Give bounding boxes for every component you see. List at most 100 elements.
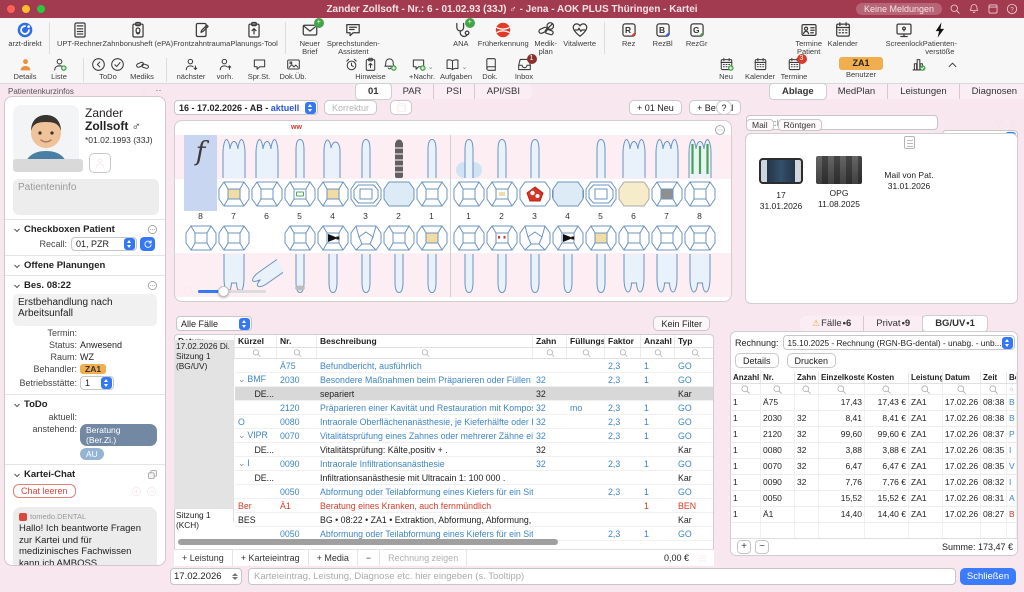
tab-privat[interactable]: Privat•9 bbox=[864, 316, 923, 331]
tooth-2[interactable]: 2 bbox=[382, 135, 415, 297]
section-options-icon[interactable] bbox=[147, 280, 158, 291]
tab-par[interactable]: PAR bbox=[391, 84, 435, 99]
kartei-table[interactable]: DatumKürzelNr.BeschreibungZahnFüllungsla… bbox=[174, 334, 714, 566]
footer-button-4[interactable]: Rechnung zeigen bbox=[380, 550, 467, 566]
zoom-in-icon[interactable] bbox=[131, 486, 142, 497]
column-header-3[interactable]: Beschreibung bbox=[317, 335, 533, 347]
r-column-1[interactable]: Nr. bbox=[761, 372, 795, 383]
column-search-6[interactable] bbox=[605, 348, 641, 358]
kartei-row[interactable]: BESBG • 08:22 • ZA1 • Extraktion, Abform… bbox=[235, 513, 713, 527]
file-item[interactable]: Mail von Pat.31.01.2026 bbox=[874, 136, 944, 192]
r-column-5[interactable]: Leistung bbox=[909, 372, 943, 383]
column-search-1[interactable] bbox=[235, 348, 277, 358]
tooth-3[interactable]: 3 bbox=[349, 135, 382, 297]
r-column-6[interactable]: Datum bbox=[943, 372, 981, 383]
korrektur-button[interactable]: Korrektur bbox=[324, 100, 377, 115]
toolbar-item-neu[interactable]: Neu bbox=[709, 57, 743, 81]
kartei-row[interactable]: DE...Infiltrationsanästhesie mit Ultraca… bbox=[235, 471, 713, 485]
popout-icon[interactable] bbox=[147, 469, 158, 480]
tab-medplan[interactable]: MedPlan bbox=[826, 84, 889, 99]
minimize-window-button[interactable] bbox=[22, 5, 30, 13]
tooth-7[interactable]: 7 bbox=[650, 135, 683, 297]
file-item[interactable]: OPG11.08.2025 bbox=[812, 156, 866, 210]
column-search-5[interactable] bbox=[567, 348, 605, 358]
kein-filter-button[interactable]: Kein Filter bbox=[653, 316, 710, 331]
gear-icon[interactable] bbox=[1007, 118, 1019, 130]
toolbar-item-arzt-direkt[interactable]: arzt-direkt bbox=[8, 21, 42, 48]
toolbar-item-liste[interactable]: Liste bbox=[42, 57, 76, 81]
tab-leistungen[interactable]: Leistungen bbox=[888, 84, 959, 99]
toolbar-item-sprechstunden-assistent[interactable]: Sprechstunden- Assistent bbox=[327, 21, 380, 56]
rechnung-select[interactable]: 15.10.2025 - Rechnung (RGN-BG-dental) - … bbox=[783, 335, 1015, 350]
recall-select[interactable]: 01, PZR bbox=[71, 237, 137, 251]
toolbar-item-hinweise[interactable]: Hinweise bbox=[344, 57, 397, 81]
toolbar-item-details[interactable]: Details bbox=[8, 57, 42, 81]
kartei-row[interactable]: DE...Vitalitätsprüfung: Kälte,positiv + … bbox=[235, 443, 713, 457]
tooth-7[interactable]: 7 bbox=[217, 135, 250, 297]
date-field[interactable]: 17.02.2026 bbox=[170, 568, 242, 585]
toolbar-item-screenlock[interactable]: Screenlock bbox=[886, 21, 923, 48]
toolbar-item-termine-patient[interactable]: Termine Patient bbox=[792, 21, 826, 56]
close-window-button[interactable] bbox=[7, 5, 15, 13]
tooth-6[interactable]: 6 bbox=[250, 135, 283, 297]
toolbar-item-zahnbonusheft-epa-[interactable]: Zahnbonusheft (ePA) bbox=[102, 21, 173, 48]
toolbar-item--nachr-[interactable]: ⌄+Nachr. bbox=[405, 57, 439, 81]
column-search-4[interactable] bbox=[533, 348, 567, 358]
rechnung-row[interactable]: 121203299,6099,60 €ZA117.02.2608:37P bbox=[731, 427, 1018, 443]
betriebsstaette-select[interactable]: 1 bbox=[80, 376, 114, 390]
column-search-8[interactable] bbox=[675, 348, 714, 358]
add-position-button[interactable]: + bbox=[737, 540, 751, 554]
column-search-7[interactable] bbox=[641, 348, 675, 358]
column-search-2[interactable] bbox=[277, 348, 317, 358]
section-options-icon[interactable] bbox=[147, 224, 158, 235]
chip-mail[interactable]: Mail bbox=[746, 119, 774, 131]
footer-button-1[interactable]: + Karteieintrag bbox=[233, 550, 309, 566]
kartei-row[interactable]: 2120Präparieren einer Kavität und Restau… bbox=[235, 401, 713, 415]
kartei-row[interactable]: ⌄I0090Intraorale Infiltrationsanästhesie… bbox=[235, 457, 713, 471]
toolbar-item-todo[interactable]: ToDo bbox=[91, 57, 125, 81]
tab-bg-uv[interactable]: BG/UV•1 bbox=[922, 315, 988, 332]
toolbar-item-aufgaben[interactable]: ⌄Aufgaben bbox=[439, 57, 473, 81]
drucken-button[interactable]: Drucken bbox=[787, 353, 837, 368]
new-01-button[interactable]: + 01 Neu bbox=[629, 100, 682, 115]
status-pill[interactable]: Keine Meldungen bbox=[856, 3, 942, 15]
file-item[interactable]: 1731.01.2026 bbox=[756, 158, 806, 212]
rechnung-row[interactable]: 10070326,476,47 €ZA117.02.2608:35V bbox=[731, 459, 1018, 475]
window-switch-icon[interactable] bbox=[987, 3, 999, 15]
column-header-5[interactable]: Füllungsla bbox=[567, 335, 605, 347]
tooth-1[interactable]: 1 bbox=[452, 135, 485, 297]
rechnung-row[interactable]: 1005015,5215,52 €ZA117.02.2608:31A bbox=[731, 491, 1018, 507]
tooth-6[interactable]: 6 bbox=[617, 135, 650, 297]
tab-ablage[interactable]: Ablage bbox=[769, 83, 827, 100]
filter-icon[interactable] bbox=[993, 119, 1004, 130]
kartei-row[interactable]: Ä75Befundbericht, ausführlich2,31GO bbox=[235, 359, 713, 373]
tab-01[interactable]: 01 bbox=[355, 83, 392, 100]
toolbar-item-dok-b-[interactable]: Dok.Üb. bbox=[276, 57, 310, 81]
faelle-filter-select[interactable]: Alle Fälle bbox=[176, 316, 252, 331]
zoom-out-icon[interactable] bbox=[146, 486, 157, 497]
command-input[interactable] bbox=[248, 568, 956, 585]
zoom-window-button[interactable] bbox=[37, 5, 45, 13]
column-header-7[interactable]: Anzahl bbox=[641, 335, 675, 347]
toolbar-item-termine[interactable]: 3Termine bbox=[777, 57, 811, 81]
column-header-4[interactable]: Zahn bbox=[533, 335, 567, 347]
chart-zoom-control[interactable] bbox=[183, 286, 266, 296]
toolbar-item-benutzer[interactable]: ZA1Benutzer bbox=[839, 57, 883, 79]
toolbar-item-rez[interactable]: RRez bbox=[612, 21, 646, 48]
toolbar-item-rezgr[interactable]: GRezGr bbox=[680, 21, 714, 48]
tooth-4[interactable]: 4 bbox=[551, 135, 584, 297]
toolbar-item-icon[interactable] bbox=[935, 57, 969, 73]
footer-button-3[interactable]: − bbox=[358, 550, 380, 566]
tooth-8[interactable]: f8 bbox=[184, 135, 217, 297]
toolbar-item-icon[interactable] bbox=[901, 57, 935, 73]
kartei-row[interactable]: BerÄ1Beratung eines Kranken, auch fernmü… bbox=[235, 499, 713, 513]
tab-psi[interactable]: PSI bbox=[434, 84, 474, 99]
kartei-row[interactable]: ⌄VIPR0070Vitalitätsprüfung eines Zahnes … bbox=[235, 429, 713, 443]
toolbar-item-vorh-[interactable]: vorh. bbox=[208, 57, 242, 81]
remove-position-button[interactable]: − bbox=[755, 540, 769, 554]
r-column-0[interactable]: Anzahl bbox=[731, 372, 761, 383]
toolbar-item-frontzahntrauma[interactable]: Frontzahntrauma bbox=[173, 21, 230, 48]
rechnung-row[interactable]: 1Ä114,4014,40 €ZA117.02.2608:27B bbox=[731, 507, 1018, 523]
tooth-3[interactable]: 3 bbox=[518, 135, 551, 297]
tooth-5[interactable]: ww5 bbox=[283, 135, 316, 297]
